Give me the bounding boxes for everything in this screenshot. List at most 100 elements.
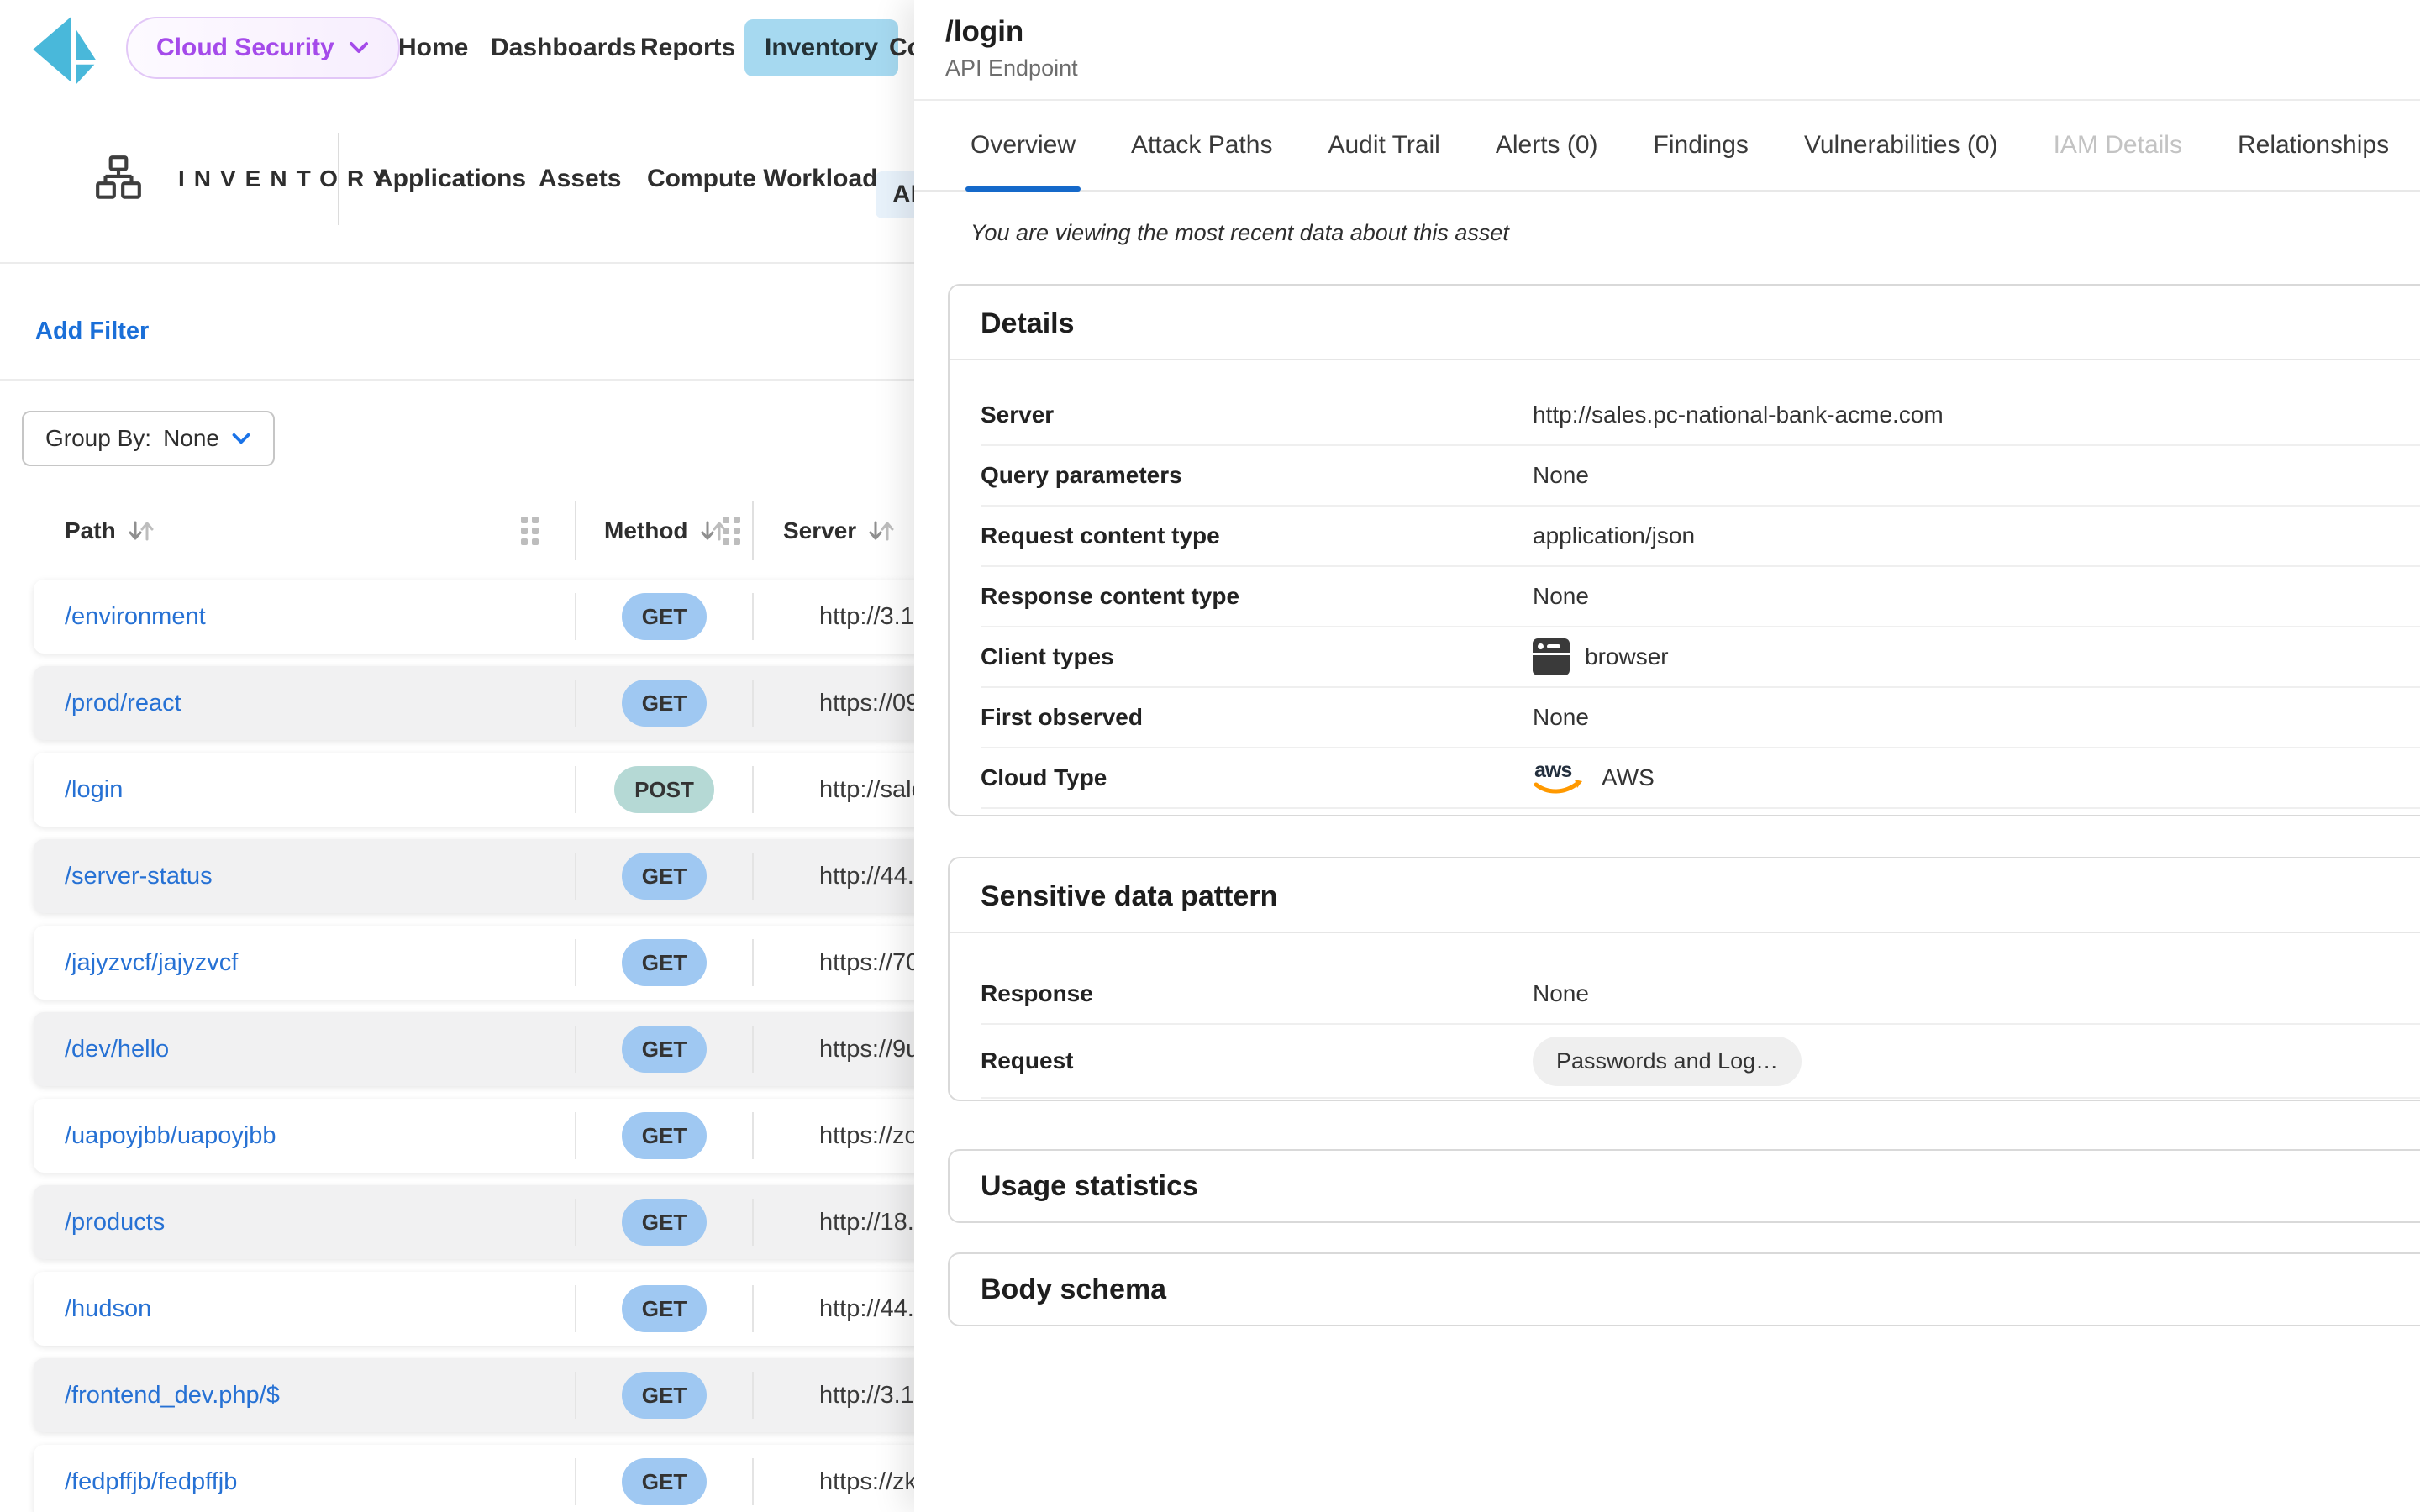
usage-statistics-card[interactable]: Usage statistics [948,1149,2420,1223]
inventory-tab-assets[interactable]: Assets [539,96,621,262]
path-link[interactable]: /jajyzvcf/jajyzvcf [65,926,238,1000]
browser-icon [1533,638,1570,675]
drag-handle-icon[interactable] [723,517,740,545]
detail-row: First observed None [981,688,2420,748]
path-link[interactable]: /login [65,753,123,827]
column-divider [575,501,576,560]
method-badge: GET [622,1199,707,1246]
path-link[interactable]: /products [65,1185,165,1259]
path-link[interactable]: /hudson [65,1272,151,1346]
tab-attack-paths[interactable]: Attack Paths [1131,101,1272,190]
cell-divider [752,1026,754,1073]
sort-icon[interactable] [866,517,897,544]
section-divider [0,379,914,381]
method-badge: GET [622,593,707,640]
tab-audit-trail[interactable]: Audit Trail [1328,101,1439,190]
path-link[interactable]: /server-status [65,839,213,913]
detail-row: Client types browser [981,627,2420,688]
detail-row: Server http://sales.pc-national-bank-acm… [981,386,2420,446]
path-link[interactable]: /environment [65,580,206,654]
method-badge: GET [622,1458,707,1505]
cell-divider [752,1285,754,1332]
product-switcher[interactable]: Cloud Security [126,17,400,79]
endpoint-table: /environment GET http://3.15.30 /prod/re… [0,580,914,1512]
path-link[interactable]: /dev/hello [65,1012,169,1086]
body-schema-card[interactable]: Body schema [948,1252,2420,1326]
recency-note: You are viewing the most recent data abo… [971,220,1509,246]
detail-value: browser [1533,638,1669,675]
path-link[interactable]: /fedpffjb/fedpffjb [65,1445,237,1512]
sensitive-pattern-badge[interactable]: Passwords and Log… [1533,1037,1802,1086]
inventory-header-bar: INVENTORY Applications Assets Compute Wo… [0,96,914,264]
detail-row: Response None [981,964,2420,1025]
method-badge: GET [622,853,707,900]
path-link[interactable]: /uapoyjbb/uapoyjbb [65,1099,276,1173]
method-badge: POST [614,766,714,813]
svg-text:aws: aws [1534,759,1571,782]
aws-icon: aws [1533,757,1586,799]
nav-item-reports[interactable]: Reports [640,0,735,96]
product-switcher-label: Cloud Security [156,34,334,62]
detail-row: Response content type None [981,567,2420,627]
details-card: Details Server http://sales.pc-national-… [948,284,2420,816]
detail-label: Server [981,402,1533,428]
method-badge: GET [622,1026,707,1073]
page-title: INVENTORY [178,96,397,262]
column-header-method[interactable]: Method [604,517,688,544]
detail-row: Cloud Type aws AWS [981,748,2420,809]
usage-card-title: Usage statistics [950,1151,2420,1221]
inventory-tab-applications[interactable]: Applications [375,96,526,262]
detail-row: Query parameters None [981,446,2420,507]
drag-handle-icon[interactable] [521,517,539,545]
tab-vulnerabilities[interactable]: Vulnerabilities (0) [1804,101,1998,190]
column-header-path[interactable]: Path [65,517,116,544]
tab-findings[interactable]: Findings [1654,101,1749,190]
cell-divider [752,766,754,813]
column-header-server[interactable]: Server [783,517,856,544]
detail-row: Request content type application/json [981,507,2420,567]
path-link[interactable]: /prod/react [65,666,182,740]
client-type-text: browser [1585,643,1669,670]
detail-value: application/json [1533,522,1695,549]
sort-icon[interactable] [126,517,156,544]
cell-divider [752,1112,754,1159]
cell-divider [752,680,754,727]
detail-label: Request [981,1047,1533,1074]
panel-title: /login [945,15,1023,49]
detail-value: aws AWS [1533,757,1655,799]
detail-value: http://sales.pc-national-bank-acme.com [1533,402,1944,428]
sitemap-icon [92,153,145,205]
path-link[interactable]: /frontend_dev.php/$ [65,1358,280,1432]
add-filter-button[interactable]: Add Filter [35,318,149,345]
tab-relationships[interactable]: Relationships [2238,101,2389,190]
detail-label: Response content type [981,583,1533,610]
detail-value: None [1533,462,1589,489]
method-badge: GET [622,1112,707,1159]
table-header: Path Method Server [0,501,914,560]
method-badge: GET [622,680,707,727]
tab-overview[interactable]: Overview [971,101,1076,190]
cell-divider [752,593,754,640]
inventory-tab-compute-workloads[interactable]: Compute Workloads [647,96,892,262]
group-by-dropdown[interactable]: Group By: None [22,411,275,466]
nav-item-inventory-active[interactable]: Inventory [744,19,898,76]
body-schema-card-title: Body schema [950,1254,2420,1325]
nav-item-home[interactable]: Home [398,0,468,96]
cell-divider [752,1458,754,1505]
detail-value: None [1533,704,1589,731]
chevron-down-icon [348,40,370,55]
prisma-cloud-logo-icon [29,10,104,86]
details-card-title: Details [950,286,2420,359]
cell-divider [752,1199,754,1246]
method-badge: GET [622,939,707,986]
panel-subtitle: API Endpoint [945,55,1078,81]
detail-label: Request content type [981,522,1533,549]
nav-item-dashboards[interactable]: Dashboards [491,0,636,96]
method-badge: GET [622,1285,707,1332]
asset-detail-panel: /login API Endpoint Overview Attack Path… [914,0,2420,1512]
detail-value: None [1533,980,1589,1007]
tab-alerts[interactable]: Alerts (0) [1496,101,1598,190]
panel-tabs: Overview Attack Paths Audit Trail Alerts… [914,101,2420,192]
detail-label: Cloud Type [981,764,1533,791]
vertical-divider [338,133,339,225]
